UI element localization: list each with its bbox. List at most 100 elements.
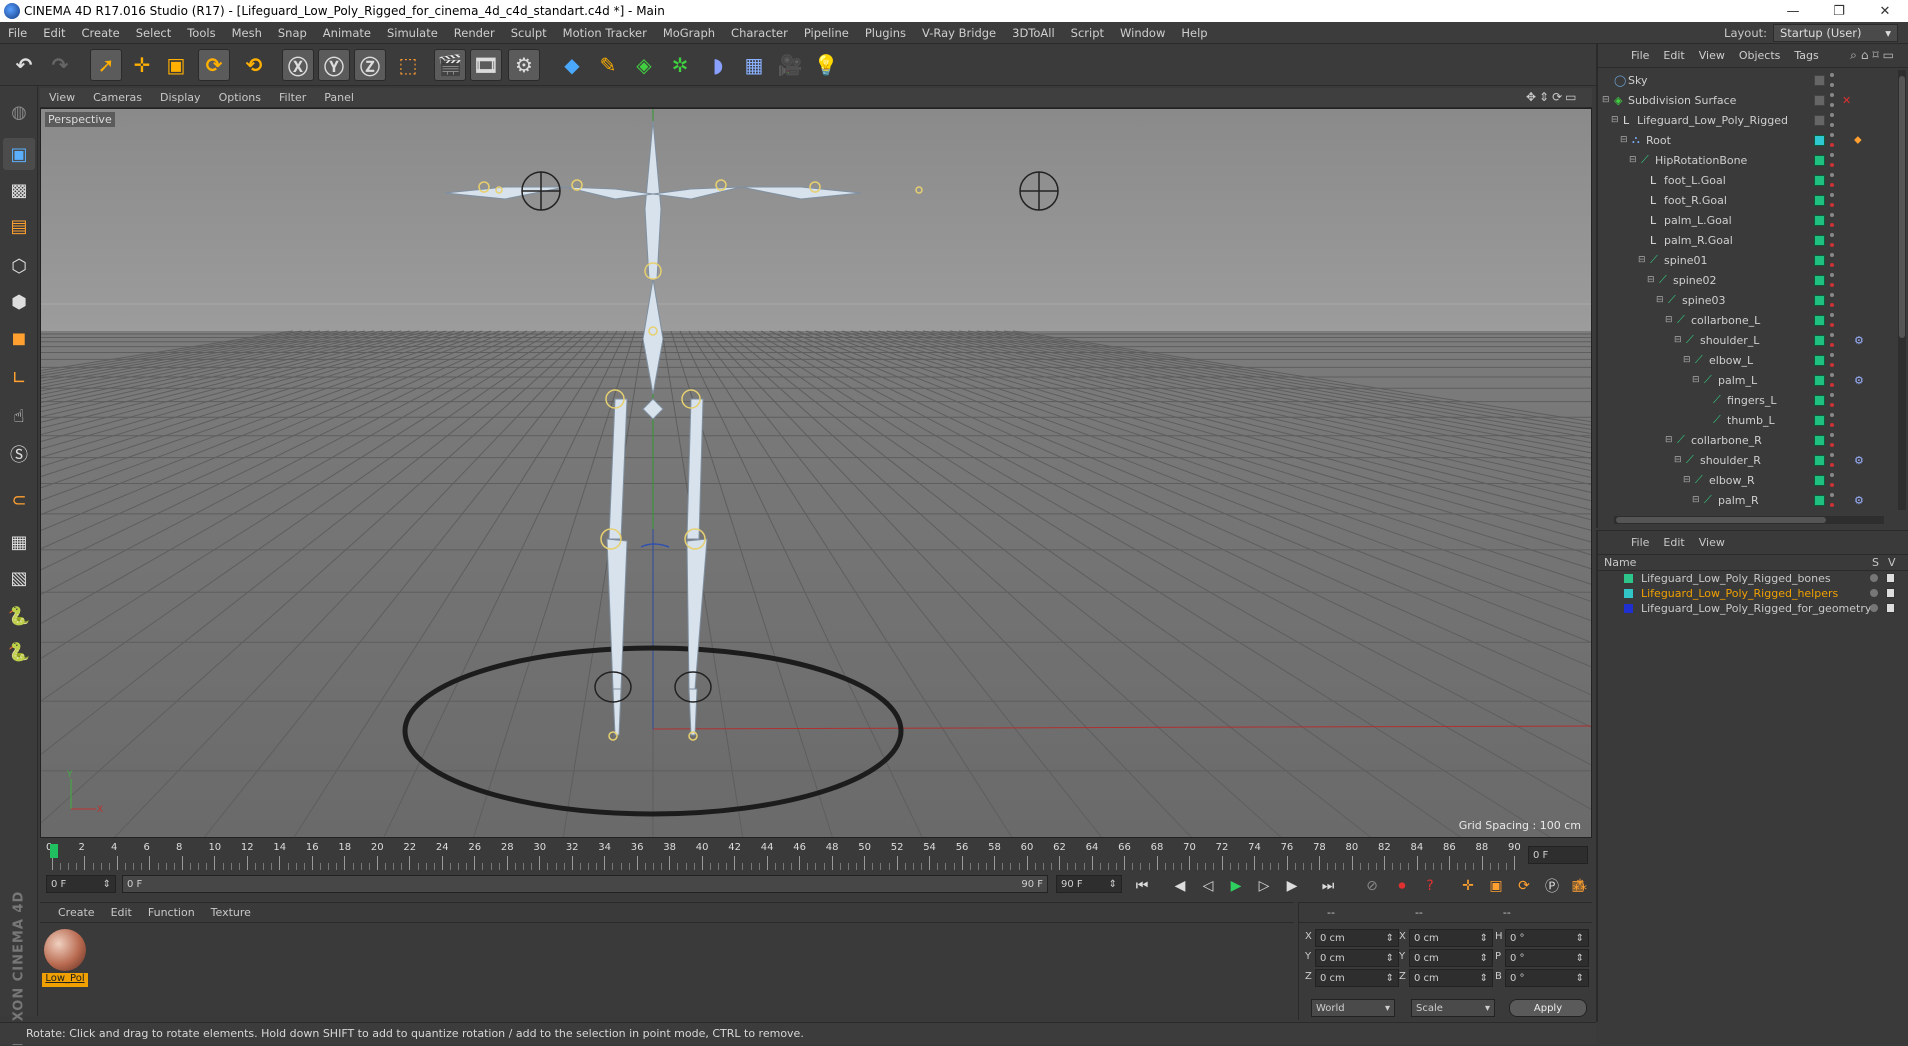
expand-toggle-icon[interactable]: ⊟ <box>1683 355 1691 365</box>
editor-visibility-dot[interactable] <box>1830 333 1834 337</box>
visibility-dots[interactable] <box>1830 193 1834 207</box>
menu-mesh[interactable]: Mesh <box>224 26 270 40</box>
render-visibility-dot[interactable] <box>1830 463 1834 467</box>
object-tree-row[interactable]: ⟋ thumb_L <box>1598 410 1888 430</box>
object-tree-row[interactable]: ⊟ ⟋ collarbone_R <box>1598 430 1888 450</box>
coordinate-space-dropdown[interactable]: World ▾ <box>1311 999 1395 1017</box>
previous-key-icon[interactable]: ◀ <box>1168 874 1192 898</box>
size-field[interactable]: 0 cm ⇕ <box>1409 929 1493 947</box>
rotation-field[interactable]: 0 ° ⇕ <box>1505 969 1589 987</box>
apply-button[interactable]: Apply <box>1509 999 1587 1017</box>
menu-help[interactable]: Help <box>1173 26 1215 40</box>
position-field[interactable]: 0 cm ⇕ <box>1315 949 1399 967</box>
key-scale-icon[interactable]: ▣ <box>1484 874 1508 898</box>
menu-plugins[interactable]: Plugins <box>857 26 914 40</box>
viewport-menu-display[interactable]: Display <box>151 91 210 104</box>
object-layer-swatch[interactable] <box>1814 334 1825 346</box>
menu-create[interactable]: Create <box>74 26 128 40</box>
editor-visibility-dot[interactable] <box>1830 473 1834 477</box>
layer-row[interactable]: Lifeguard_Low_Poly_Rigged_helpers <box>1598 586 1908 601</box>
object-layer-swatch[interactable] <box>1814 294 1825 306</box>
visibility-dots[interactable] <box>1830 113 1834 127</box>
menu-mograph[interactable]: MoGraph <box>655 26 723 40</box>
object-tree-row[interactable]: ⊟ ⟋ elbow_L <box>1598 350 1888 370</box>
object-layer-swatch[interactable] <box>1814 134 1825 146</box>
menu-edit[interactable]: Edit <box>35 26 73 40</box>
live-selection-icon[interactable]: ➚ <box>90 49 122 81</box>
editor-visibility-dot[interactable] <box>1830 433 1834 437</box>
render-visibility-dot[interactable] <box>1830 443 1834 447</box>
objects-menu-tags[interactable]: Tags <box>1787 49 1825 62</box>
render-visibility-dot[interactable] <box>1830 323 1834 327</box>
go-to-start-icon[interactable]: ⏮ <box>1130 874 1154 898</box>
render-visibility-dot[interactable] <box>1830 143 1834 147</box>
render-visibility-dot[interactable] <box>1830 403 1834 407</box>
size-field[interactable]: 0 cm ⇕ <box>1409 969 1493 987</box>
move-icon[interactable]: ✛ <box>126 49 158 81</box>
render-visibility-dot[interactable] <box>1830 363 1834 367</box>
expand-toggle-icon[interactable]: ⊟ <box>1683 475 1691 485</box>
render-visibility-dot[interactable] <box>1830 503 1834 507</box>
autokeying-icon[interactable]: ? <box>1418 874 1442 898</box>
object-layer-swatch[interactable] <box>1814 194 1825 206</box>
scrollbar-thumb[interactable] <box>1899 76 1905 338</box>
render-visibility-dot[interactable] <box>1830 383 1834 387</box>
key-rotation-icon[interactable]: ⟳ <box>1512 874 1536 898</box>
objects-menu-file[interactable]: File <box>1624 49 1656 62</box>
menu-sculpt[interactable]: Sculpt <box>503 26 555 40</box>
play-forward-icon[interactable]: ▶ <box>1224 874 1248 898</box>
editor-visibility-dot[interactable] <box>1830 313 1834 317</box>
expand-toggle-icon[interactable]: ⊟ <box>1692 375 1700 385</box>
floor-icon[interactable]: ▦ <box>738 49 770 81</box>
layer-color-swatch[interactable] <box>1624 589 1633 598</box>
render-visibility-dot[interactable] <box>1830 283 1834 287</box>
close-button[interactable]: ✕ <box>1862 0 1908 22</box>
object-tree-row[interactable]: Ⅼpalm_R.Goal <box>1598 230 1888 250</box>
editor-visibility-dot[interactable] <box>1830 413 1834 417</box>
object-tree-row[interactable]: ⊟ ⟋ palm_R ⚙ <box>1598 490 1888 510</box>
editor-visibility-dot[interactable] <box>1830 73 1834 77</box>
ik-tag-icon[interactable]: ⬥ <box>1854 133 1862 147</box>
timeline-window-icon[interactable]: ▥ <box>1566 874 1590 898</box>
layer-color-swatch[interactable] <box>1624 604 1633 613</box>
expand-toggle-icon[interactable]: ⊟ <box>1629 155 1637 165</box>
editor-visibility-dot[interactable] <box>1830 393 1834 397</box>
editor-visibility-dot[interactable] <box>1830 493 1834 497</box>
menu-character[interactable]: Character <box>723 26 796 40</box>
editor-visibility-dot[interactable] <box>1830 373 1834 377</box>
record-keys-disabled-icon[interactable]: ⊘ <box>1360 874 1384 898</box>
maximize-button[interactable]: ❐ <box>1816 0 1862 22</box>
object-layer-swatch[interactable] <box>1814 174 1825 186</box>
render-visibility-dot[interactable] <box>1830 163 1834 167</box>
deformer-icon[interactable]: ◗ <box>702 49 734 81</box>
tweak-mode-icon[interactable]: ☝ <box>3 400 35 432</box>
timeline-ruler[interactable]: 0246810121416182022242628303234363840424… <box>46 842 1542 872</box>
viewport-menu-cameras[interactable]: Cameras <box>84 91 151 104</box>
object-tree-row[interactable]: ⊟ ⟋ palm_L ⚙ <box>1598 370 1888 390</box>
object-layer-swatch[interactable] <box>1814 454 1825 466</box>
perspective-viewport[interactable]: Y X Perspective Grid Spacing : 100 cm <box>40 108 1592 838</box>
record-active-objects-icon[interactable]: ⏺ <box>1390 874 1414 898</box>
editor-visibility-dot[interactable] <box>1830 453 1834 457</box>
render-visibility-dot[interactable] <box>1830 183 1834 187</box>
position-field[interactable]: 0 cm ⇕ <box>1315 929 1399 947</box>
editor-visibility-dot[interactable] <box>1830 273 1834 277</box>
menu-animate[interactable]: Animate <box>315 26 379 40</box>
object-layer-swatch[interactable] <box>1814 494 1825 506</box>
object-layer-swatch[interactable] <box>1814 274 1825 286</box>
layer-visible-icon[interactable] <box>1886 603 1895 613</box>
material-name[interactable]: Low_Pol <box>42 973 88 987</box>
layers-menu-view[interactable]: View <box>1692 536 1732 549</box>
material-menu-edit[interactable]: Edit <box>103 906 140 919</box>
editor-visibility-dot[interactable] <box>1830 153 1834 157</box>
ik-chain-tag-icon[interactable]: ⚙ <box>1854 334 1864 347</box>
workplane-icon[interactable]: ▤ <box>3 210 35 242</box>
disabled-x-icon[interactable]: ✕ <box>1842 94 1851 107</box>
object-tree-row[interactable]: Ⅼfoot_R.Goal <box>1598 190 1888 210</box>
object-manager-toolbar-icons[interactable]: ⌕⌂⌑▭ <box>1850 48 1898 63</box>
editor-visibility-dot[interactable] <box>1830 233 1834 237</box>
object-layer-swatch[interactable] <box>1814 94 1825 106</box>
editor-visibility-dot[interactable] <box>1830 133 1834 137</box>
coordinate-system-icon[interactable]: ⬚ <box>392 49 424 81</box>
layers-menu-file[interactable]: File <box>1624 536 1656 549</box>
